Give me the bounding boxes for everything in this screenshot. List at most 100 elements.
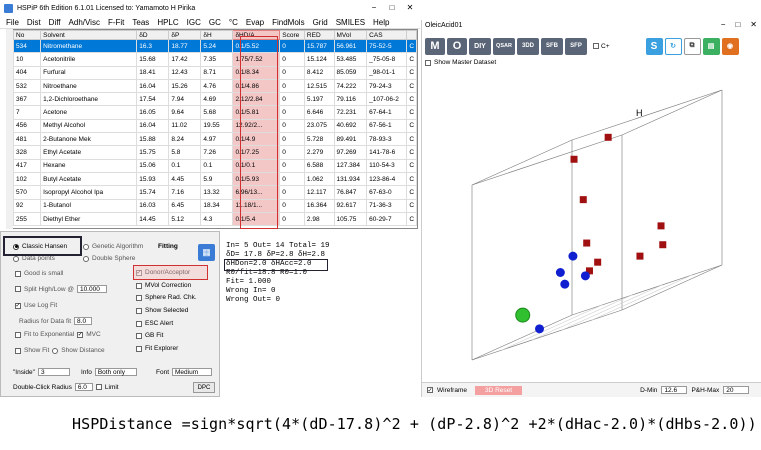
minimize-icon[interactable]: −	[721, 20, 726, 29]
column-header[interactable]: MVol	[333, 30, 368, 40]
table-row[interactable]: 404 Furfural 18.41 12.43 8.71 0.1/8.34 0 8.412 8…	[13, 65, 417, 80]
hansen-3d-plot[interactable]: H	[422, 70, 761, 395]
dpc-button[interactable]: DPC	[193, 382, 215, 393]
table-row[interactable]: 456 Methyl Alcohol 16.04 11.02 19.55 12.92/2.…	[13, 118, 417, 134]
split-high-low-checkbox[interactable]: Split High/Low @10.000	[15, 285, 107, 293]
inside-point[interactable]	[568, 251, 578, 261]
outside-point[interactable]	[604, 133, 612, 141]
show-distance-radio[interactable]	[52, 347, 59, 354]
qsar-button[interactable]: QSAR	[493, 37, 515, 55]
3d-reset-button[interactable]: 3D Reset	[474, 385, 523, 395]
dmin-select[interactable]: 12.6	[661, 386, 688, 394]
diy-button[interactable]: DIY	[469, 37, 491, 55]
show-master-dataset-checkbox[interactable]: Show Master Dataset	[425, 59, 496, 66]
settings-icon[interactable]: ◉	[721, 37, 739, 55]
outside-point[interactable]	[583, 239, 591, 247]
outside-point[interactable]	[659, 241, 667, 249]
limit-checkbox[interactable]	[95, 384, 102, 390]
table-row[interactable]: 7 Acetone 16.05 9.64 5.68 0.1/5.81 0 6.646 72.23…	[13, 105, 417, 120]
mvol-correction-checkbox[interactable]: MVol Correction	[136, 282, 191, 289]
inside-point[interactable]	[535, 324, 545, 334]
inside-point[interactable]	[555, 268, 565, 277]
menu-item[interactable]: Dist	[23, 18, 45, 27]
donor-acceptor-checkbox[interactable]: ✓ Donor/Acceptor	[136, 269, 190, 276]
table-row[interactable]: 92 1-Butanol 16.03 6.45 18.34 11.18/1... 0 16.3…	[13, 198, 417, 213]
menu-item[interactable]: FindMols	[268, 18, 308, 27]
menu-item[interactable]: Diff	[45, 18, 65, 27]
menu-item[interactable]: GC	[205, 18, 225, 27]
outside-point[interactable]	[579, 196, 587, 204]
3dd-button[interactable]: 3DD	[517, 37, 539, 55]
good-is-small-checkbox[interactable]: Good is small	[15, 270, 63, 277]
outside-point[interactable]	[594, 258, 602, 266]
font-select[interactable]: Medium	[172, 368, 213, 376]
outside-point[interactable]	[636, 252, 644, 260]
maximize-icon[interactable]: □	[383, 0, 401, 14]
refresh-icon[interactable]: ↻	[664, 37, 682, 55]
info-select[interactable]: Both only	[94, 368, 137, 376]
gb-fit-checkbox[interactable]: GB Fit	[136, 332, 163, 339]
menu-item[interactable]: F-Fit	[104, 18, 128, 27]
o-button[interactable]: O	[447, 37, 467, 55]
solvent-grid[interactable]: No Solvent δD δP δH δHD/A Score RED MVol CAS 534 N…	[12, 29, 418, 229]
c-plus-checkbox[interactable]: C+	[593, 43, 610, 50]
menu-item[interactable]: Help	[369, 18, 393, 27]
menu-item[interactable]: °C	[225, 18, 242, 27]
use-log-fit-checkbox[interactable]: ✓ Use Log Fit	[15, 302, 57, 309]
table-row[interactable]: 328 Ethyl Acetate 15.75 5.8 7.26 0.1/7.25 0 2.2…	[13, 145, 417, 160]
outside-point[interactable]	[570, 155, 578, 163]
maximize-icon[interactable]: □	[735, 20, 740, 29]
column-header[interactable]: Solvent	[40, 30, 138, 40]
table-row[interactable]: 102 Butyl Acetate 15.93 4.45 5.9 0.1/5.93 0 1.0…	[13, 171, 417, 187]
sfb-button[interactable]: SFB	[541, 37, 563, 55]
column-header[interactable]	[406, 30, 417, 40]
menu-item[interactable]: Adh/Visc	[65, 18, 104, 27]
inside-select[interactable]: 3	[37, 368, 70, 376]
column-header[interactable]: δHD/A	[232, 30, 281, 40]
menu-item[interactable]: Teas	[128, 18, 153, 27]
table-row[interactable]: 367 1,2-Dichloroethane 17.54 7.94 4.69 2.12/2…	[13, 92, 417, 107]
column-header[interactable]: δP	[168, 30, 202, 40]
table-row[interactable]: 534 Nitromethane 16.3 18.77 5.24 0.1/5.52 0 15.…	[13, 38, 417, 54]
s-icon[interactable]: S	[645, 37, 663, 55]
show-fit-checkbox[interactable]: Show Fit Show Distance	[15, 347, 105, 354]
menu-item[interactable]: HPLC	[153, 18, 182, 27]
minimize-icon[interactable]: −	[365, 0, 383, 14]
table-row[interactable]: 481 2-Butanone Mek 15.88 8.24 4.97 0.1/4.9 0 5.…	[13, 132, 417, 147]
calculator-icon[interactable]: ▦	[198, 244, 215, 261]
menu-item[interactable]: File	[2, 18, 23, 27]
table-row[interactable]: 532 Nitroethane 16.04 15.26 4.76 0.1/4.86 0 12.…	[13, 78, 417, 94]
genetic-algorithm-option[interactable]: Genetic Algorithm	[83, 243, 143, 250]
column-header[interactable]: RED	[303, 30, 335, 40]
column-header[interactable]: CAS	[366, 30, 408, 40]
table-row[interactable]: 255 Diethyl Ether 14.45 5.12 4.3 0.1/5.4 0 2.98…	[13, 211, 417, 227]
table-row[interactable]: 417 Hexane 15.06 0.1 0.1 0.1/0.1 0 6.588 127.384…	[13, 158, 417, 173]
table-row[interactable]: 10 Acetonitrile 15.68 17.42 7.35 1.75/7.52 0 15…	[13, 52, 417, 67]
double-sphere-option[interactable]: Double Sphere	[83, 255, 135, 262]
split-value-input[interactable]: 10.000	[76, 285, 107, 293]
close-icon[interactable]: ✕	[750, 20, 757, 29]
fit-to-exponential-checkbox[interactable]: Fit to Exponential ✓ MVC	[15, 331, 101, 338]
inside-point[interactable]	[580, 271, 590, 281]
print-icon[interactable]: ▤	[702, 37, 720, 55]
menu-item[interactable]: Grid	[309, 18, 332, 27]
inside-point[interactable]	[560, 279, 570, 289]
phmax-select[interactable]: 20	[723, 386, 750, 394]
column-header[interactable]: Score	[279, 30, 305, 40]
wireframe-checkbox[interactable]: ✓	[427, 387, 433, 394]
classic-hansen-option[interactable]: Classic Hansen	[13, 243, 67, 250]
column-header[interactable]: No	[13, 30, 42, 40]
close-icon[interactable]: ✕	[401, 0, 419, 14]
dcr-input[interactable]: 6.0	[74, 383, 93, 391]
m-button[interactable]: M	[425, 37, 445, 55]
table-row[interactable]: 570 Isopropyl Alcohol Ipa 15.74 7.16 13.32 6.…	[13, 185, 417, 200]
esc-alert-checkbox[interactable]: ESC Alert	[136, 320, 173, 327]
radius-value-input[interactable]: 8.0	[74, 317, 93, 325]
data-points-option[interactable]: Data points	[13, 255, 55, 262]
column-header[interactable]: δH	[200, 30, 234, 40]
show-selected-checkbox[interactable]: Show Selected	[136, 307, 188, 314]
mvc-checkbox[interactable]: ✓	[77, 331, 84, 338]
copy-icon[interactable]: ⧉	[683, 37, 701, 55]
column-header[interactable]: δD	[136, 30, 170, 40]
fit-explorer-checkbox[interactable]: Fit Explorer	[136, 345, 178, 352]
